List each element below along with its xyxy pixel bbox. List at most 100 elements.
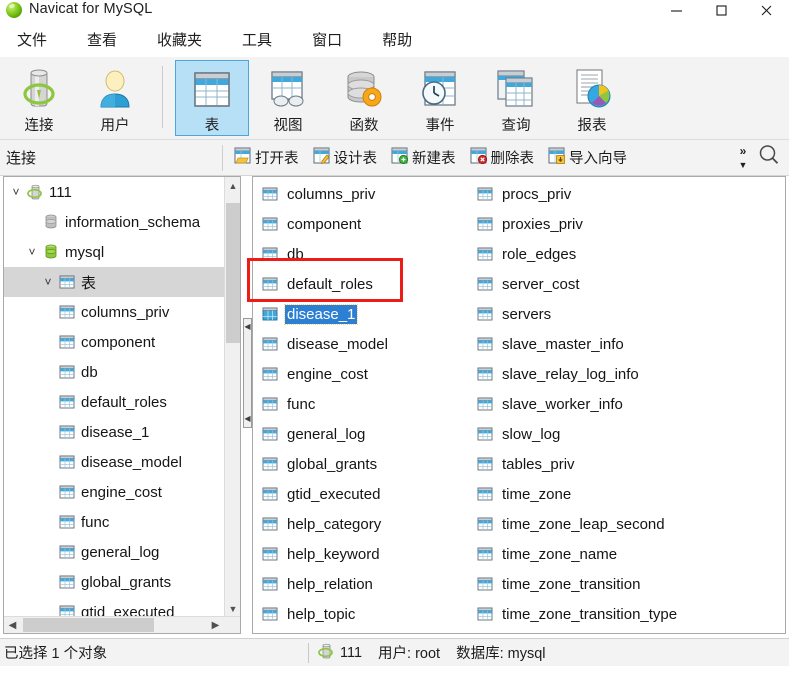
search-icon[interactable] bbox=[757, 143, 781, 172]
tree-item-columns-priv[interactable]: columns_priv bbox=[4, 297, 225, 327]
toolbar-button-function[interactable]: 函数 bbox=[327, 60, 401, 136]
toolbar-button-connection[interactable]: 连接 bbox=[2, 60, 76, 136]
open-table-button[interactable]: 打开表 bbox=[229, 144, 304, 171]
window-title: Navicat for MySQL bbox=[29, 1, 153, 17]
tree-node-tables-folder[interactable]: ˅ 表 bbox=[4, 267, 225, 297]
connections-tree[interactable]: ˅ 111 information_schema ˅ mysql ˅ 表 col… bbox=[4, 177, 225, 617]
list-item-label: help_keyword bbox=[287, 545, 380, 563]
toolbar-button-event[interactable]: 事件 bbox=[403, 60, 477, 136]
tree-item-db[interactable]: db bbox=[4, 357, 225, 387]
list-item-selected[interactable]: disease_1 bbox=[255, 299, 469, 329]
maximize-icon[interactable] bbox=[699, 0, 744, 21]
chevron-down-icon[interactable]: ˅ bbox=[8, 185, 24, 199]
delete-table-button[interactable]: 删除表 bbox=[465, 144, 540, 171]
toolbar-button-query[interactable]: 查询 bbox=[479, 60, 553, 136]
chevron-up-icon[interactable]: ▲ bbox=[225, 177, 240, 194]
list-item[interactable]: slave_relay_log_info bbox=[470, 359, 684, 389]
tree-vertical-scrollbar[interactable]: ▲ ▼ bbox=[224, 177, 240, 617]
list-item[interactable]: slow_log bbox=[470, 419, 684, 449]
chevron-down-icon[interactable]: ▼ bbox=[225, 600, 240, 617]
list-item[interactable]: db bbox=[255, 239, 469, 269]
object-list-panel[interactable]: columns_priv component db default_roles … bbox=[252, 176, 786, 634]
list-item[interactable]: general_log bbox=[255, 419, 469, 449]
toolbar-button-user[interactable]: 用户 bbox=[78, 60, 152, 136]
tree-item-general-log[interactable]: general_log bbox=[4, 537, 225, 567]
tree-item-component[interactable]: component bbox=[4, 327, 225, 357]
chevron-double-right-icon[interactable]: » ▼ bbox=[735, 143, 751, 173]
tree-item-engine-cost[interactable]: engine_cost bbox=[4, 477, 225, 507]
object-list-column-2: procs_priv proxies_priv role_edges serve… bbox=[470, 179, 684, 633]
tree-label: disease_model bbox=[81, 453, 182, 471]
menu-help[interactable]: 帮助 bbox=[373, 26, 421, 53]
list-item[interactable]: proxies_priv bbox=[470, 209, 684, 239]
menu-window[interactable]: 窗口 bbox=[303, 26, 351, 53]
list-item[interactable]: global_grants bbox=[255, 449, 469, 479]
list-item[interactable]: component bbox=[255, 209, 469, 239]
menu-favorites[interactable]: 收藏夹 bbox=[148, 26, 211, 53]
close-icon[interactable] bbox=[744, 0, 789, 21]
list-item[interactable]: user bbox=[470, 629, 684, 633]
list-item[interactable]: gtid_executed bbox=[255, 479, 469, 509]
minimize-icon[interactable] bbox=[654, 0, 699, 21]
menu-tools[interactable]: 工具 bbox=[233, 26, 281, 53]
list-item-label: general_log bbox=[287, 425, 366, 443]
tree-label: component bbox=[81, 333, 156, 351]
toolbar-button-report[interactable]: 报表 bbox=[555, 60, 629, 136]
list-item[interactable]: innodb_index_stats bbox=[255, 629, 469, 633]
list-item[interactable]: default_roles bbox=[255, 269, 469, 299]
tree-item-gtid-executed[interactable]: gtid_executed bbox=[4, 597, 225, 617]
design-table-button[interactable]: 设计表 bbox=[308, 144, 383, 171]
tree-item-global-grants[interactable]: global_grants bbox=[4, 567, 225, 597]
scrollbar-thumb[interactable] bbox=[23, 618, 154, 632]
list-item[interactable]: slave_master_info bbox=[470, 329, 684, 359]
list-item[interactable]: procs_priv bbox=[470, 179, 684, 209]
list-item[interactable]: server_cost bbox=[470, 269, 684, 299]
chevron-down-icon[interactable]: ˅ bbox=[40, 275, 56, 289]
toolbar-label-function: 函数 bbox=[349, 118, 379, 134]
menu-view[interactable]: 查看 bbox=[78, 26, 126, 53]
list-item[interactable]: func bbox=[255, 389, 469, 419]
chevron-down-icon[interactable]: ˅ bbox=[24, 245, 40, 259]
list-item[interactable]: time_zone_name bbox=[470, 539, 684, 569]
list-item[interactable]: columns_priv bbox=[255, 179, 469, 209]
list-item-label: db bbox=[287, 245, 304, 263]
list-item[interactable]: help_relation bbox=[255, 569, 469, 599]
tree-label: func bbox=[81, 513, 110, 531]
tree-node-111[interactable]: ˅ 111 bbox=[4, 177, 225, 207]
chevron-left-icon[interactable]: ◀ bbox=[4, 617, 21, 633]
import-wizard-button[interactable]: 导入向导 bbox=[543, 144, 632, 171]
tree-item-disease-model[interactable]: disease_model bbox=[4, 447, 225, 477]
tree-node-mysql[interactable]: ˅ mysql bbox=[4, 237, 225, 267]
tree-item-default-roles[interactable]: default_roles bbox=[4, 387, 225, 417]
list-item[interactable]: time_zone_transition_type bbox=[470, 599, 684, 629]
status-divider bbox=[308, 642, 309, 663]
panel-splitter[interactable]: ◀ ◀ bbox=[243, 318, 252, 428]
list-item[interactable]: disease_model bbox=[255, 329, 469, 359]
list-item[interactable]: help_topic bbox=[255, 599, 469, 629]
table-icon bbox=[56, 423, 78, 441]
list-item[interactable]: help_keyword bbox=[255, 539, 469, 569]
list-item[interactable]: engine_cost bbox=[255, 359, 469, 389]
list-item[interactable]: time_zone_leap_second bbox=[470, 509, 684, 539]
list-item[interactable]: tables_priv bbox=[470, 449, 684, 479]
menu-file[interactable]: 文件 bbox=[8, 26, 56, 53]
list-item[interactable]: servers bbox=[470, 299, 684, 329]
tree-item-disease-1[interactable]: disease_1 bbox=[4, 417, 225, 447]
table-folder-icon bbox=[56, 273, 78, 291]
tree-horizontal-scrollbar[interactable]: ◀ ▶ bbox=[4, 616, 240, 633]
list-item-label: disease_model bbox=[287, 335, 388, 353]
toolbar-button-table[interactable]: 表 bbox=[175, 60, 249, 136]
list-item[interactable]: time_zone_transition bbox=[470, 569, 684, 599]
list-item[interactable]: help_category bbox=[255, 509, 469, 539]
tree-item-func[interactable]: func bbox=[4, 507, 225, 537]
toolbar-label-report: 报表 bbox=[577, 118, 607, 134]
toolbar-label-table: 表 bbox=[204, 118, 220, 134]
new-table-button[interactable]: 新建表 bbox=[386, 144, 461, 171]
list-item[interactable]: slave_worker_info bbox=[470, 389, 684, 419]
toolbar-button-view[interactable]: 视图 bbox=[251, 60, 325, 136]
list-item[interactable]: time_zone bbox=[470, 479, 684, 509]
scrollbar-thumb[interactable] bbox=[226, 203, 240, 343]
tree-node-information-schema[interactable]: information_schema bbox=[4, 207, 225, 237]
list-item[interactable]: role_edges bbox=[470, 239, 684, 269]
chevron-right-icon[interactable]: ▶ bbox=[207, 617, 224, 633]
